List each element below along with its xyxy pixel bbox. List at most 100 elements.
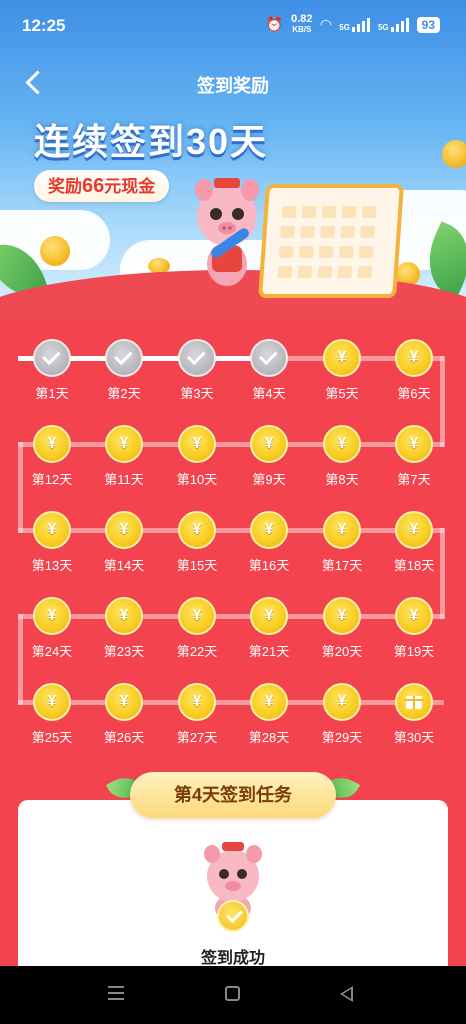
day-label: 第17天 bbox=[321, 558, 363, 573]
coin-icon: ¥ bbox=[323, 597, 361, 635]
coin-icon: ¥ bbox=[323, 339, 361, 377]
day-item[interactable]: ¥ 第29天 bbox=[312, 683, 372, 749]
signal-icon: 5G bbox=[339, 17, 370, 32]
coin-icon: ¥ bbox=[33, 597, 71, 635]
coin-icon: ¥ bbox=[250, 425, 288, 463]
coin-icon: ¥ bbox=[323, 511, 361, 549]
day-item[interactable]: ¥ 第16天 bbox=[239, 511, 299, 577]
coin-icon: ¥ bbox=[105, 597, 143, 635]
success-text: 签到成功 bbox=[200, 950, 265, 967]
coin-icon: ¥ bbox=[33, 425, 71, 463]
day-item[interactable]: 第30天 bbox=[384, 683, 444, 749]
day-item[interactable]: ¥ 第10天 bbox=[167, 425, 227, 491]
reward-suffix: 元现金 bbox=[104, 177, 156, 196]
net-speed: 0.82 KB/S bbox=[291, 14, 312, 35]
reward-amount: 66 bbox=[82, 175, 105, 197]
success-check-icon bbox=[217, 900, 249, 932]
home-icon[interactable] bbox=[225, 986, 240, 1001]
status-icons: ⏰ 0.82 KB/S ◠ 5G 5G 93 bbox=[266, 14, 440, 35]
headline: 连续签到30天 bbox=[34, 121, 269, 162]
checkin-progress-grid: 第1天 第2天 第3天 第4天 ¥ 第5天 ¥ 第6天 ¥ 第7天 ¥ 第8天 ¥ 第9天 ¥ 第10天 ¥ 第1… bbox=[0, 330, 466, 760]
day-item[interactable]: ¥ 第6天 bbox=[384, 339, 444, 405]
coin-icon: ¥ bbox=[395, 511, 433, 549]
day-item[interactable]: ¥ 第22天 bbox=[167, 597, 227, 663]
coin-icon: ¥ bbox=[33, 511, 71, 549]
status-bar: 12:25 ⏰ 0.82 KB/S ◠ 5G 5G 93 bbox=[0, 0, 466, 52]
coin-icon: ¥ bbox=[178, 511, 216, 549]
day-item[interactable]: ¥ 第28天 bbox=[239, 683, 299, 749]
net-speed-unit: KB/S bbox=[292, 25, 312, 34]
day-label: 第26天 bbox=[103, 730, 145, 745]
wifi-icon: ◠ bbox=[320, 16, 332, 32]
day-item[interactable]: ¥ 第5天 bbox=[312, 339, 372, 405]
day-item[interactable]: ¥ 第26天 bbox=[94, 683, 154, 749]
system-nav-bar bbox=[0, 966, 466, 1024]
day-item[interactable]: ¥ 第18天 bbox=[384, 511, 444, 577]
coin-icon: ¥ bbox=[33, 683, 71, 721]
day-label: 第5天 bbox=[325, 386, 359, 401]
coin-icon: ¥ bbox=[395, 339, 433, 377]
reward-badge: 奖励66元现金 bbox=[34, 170, 170, 202]
pig-mascot-illustration bbox=[195, 178, 259, 286]
day-label: 第12天 bbox=[31, 472, 73, 487]
day-item[interactable]: ¥ 第15天 bbox=[167, 511, 227, 577]
day-label: 第8天 bbox=[325, 472, 359, 487]
day-item[interactable]: ¥ 第17天 bbox=[312, 511, 372, 577]
day-label: 第29天 bbox=[321, 730, 363, 745]
day-item[interactable]: ¥ 第23天 bbox=[94, 597, 154, 663]
gift-icon bbox=[395, 683, 433, 721]
day-label: 第20天 bbox=[321, 644, 363, 659]
coin-decoration bbox=[442, 140, 466, 168]
day-item[interactable]: 第4天 bbox=[239, 339, 299, 405]
day-label: 第7天 bbox=[397, 472, 431, 487]
day-item[interactable]: ¥ 第14天 bbox=[94, 511, 154, 577]
day-label: 第27天 bbox=[176, 730, 218, 745]
back-nav-icon[interactable] bbox=[340, 986, 353, 1002]
coin-icon: ¥ bbox=[178, 683, 216, 721]
coin-icon: ¥ bbox=[178, 425, 216, 463]
coin-icon: ¥ bbox=[323, 425, 361, 463]
coin-icon: ¥ bbox=[250, 597, 288, 635]
day-item[interactable]: ¥ 第7天 bbox=[384, 425, 444, 491]
day-label: 第19天 bbox=[393, 644, 435, 659]
coin-icon: ¥ bbox=[323, 683, 361, 721]
status-time: 12:25 bbox=[22, 16, 66, 35]
day-item[interactable]: 第3天 bbox=[167, 339, 227, 405]
signal-label: 5G bbox=[339, 22, 350, 32]
day-item[interactable]: ¥ 第25天 bbox=[22, 683, 82, 749]
battery-icon: 93 bbox=[416, 16, 440, 33]
menu-icon[interactable] bbox=[108, 986, 124, 1000]
day-label: 第13天 bbox=[31, 558, 73, 573]
day-label: 第16天 bbox=[248, 558, 290, 573]
day-item[interactable]: 第1天 bbox=[22, 339, 82, 405]
day-label: 第9天 bbox=[252, 472, 286, 487]
day-item[interactable]: ¥ 第21天 bbox=[239, 597, 299, 663]
day-label: 第1天 bbox=[35, 386, 69, 401]
day-label: 第6天 bbox=[397, 386, 431, 401]
day-item[interactable]: ¥ 第8天 bbox=[312, 425, 372, 491]
day-label: 第18天 bbox=[393, 558, 435, 573]
day-label: 第15天 bbox=[176, 558, 218, 573]
coin-icon: ¥ bbox=[105, 425, 143, 463]
task-title: 第4天签到任务 bbox=[130, 772, 336, 818]
coin-decoration bbox=[40, 236, 70, 266]
day-item[interactable]: ¥ 第13天 bbox=[22, 511, 82, 577]
gift-box-icon bbox=[404, 695, 424, 709]
checked-coin-icon bbox=[105, 339, 143, 377]
coin-icon: ¥ bbox=[250, 511, 288, 549]
day-item[interactable]: ¥ 第11天 bbox=[94, 425, 154, 491]
day-item[interactable]: ¥ 第24天 bbox=[22, 597, 82, 663]
day-label: 第4天 bbox=[252, 386, 286, 401]
checked-coin-icon bbox=[178, 339, 216, 377]
coin-icon: ¥ bbox=[105, 511, 143, 549]
day-item[interactable]: 第2天 bbox=[94, 339, 154, 405]
signal-label: 5G bbox=[377, 22, 389, 32]
day-item[interactable]: ¥ 第19天 bbox=[384, 597, 444, 663]
day-label: 第11天 bbox=[104, 472, 144, 487]
day-item[interactable]: ¥ 第12天 bbox=[22, 425, 82, 491]
day-item[interactable]: ¥ 第9天 bbox=[239, 425, 299, 491]
coin-icon: ¥ bbox=[395, 425, 433, 463]
day-item[interactable]: ¥ 第20天 bbox=[312, 597, 372, 663]
nav-bar: 签到奖励 bbox=[0, 62, 466, 106]
day-item[interactable]: ¥ 第27天 bbox=[167, 683, 227, 749]
